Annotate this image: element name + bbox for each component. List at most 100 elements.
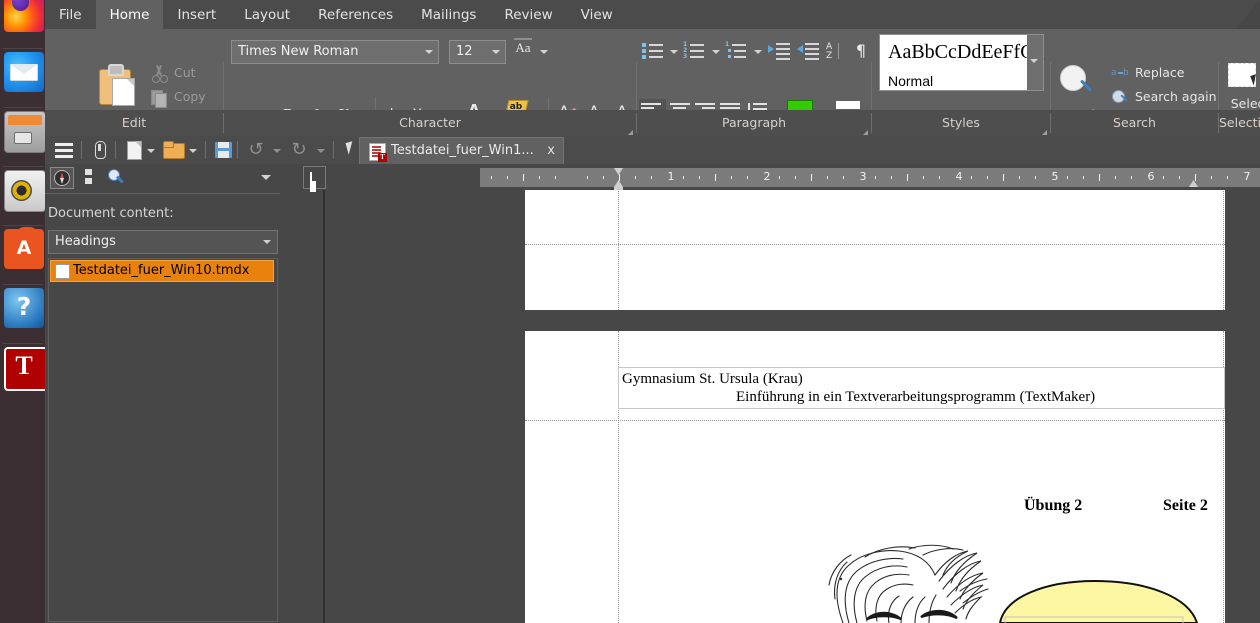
touch-mode-button[interactable]: [89, 140, 111, 160]
tab-home-label: Home: [109, 6, 150, 23]
save-button[interactable]: [213, 140, 235, 160]
navigation-panel-toolbar: [45, 164, 280, 190]
tab-review[interactable]: Review: [490, 0, 566, 29]
font-name-combobox[interactable]: Times New Roman: [231, 40, 439, 64]
document-outline-list[interactable]: Testdatei_fuer_Win10.tmdx: [48, 258, 278, 622]
cut-label: Cut: [174, 65, 196, 80]
bullet-list-button[interactable]: [642, 42, 664, 60]
list-item[interactable]: Testdatei_fuer_Win10.tmdx: [50, 260, 274, 282]
change-case-button[interactable]: Aa: [512, 38, 534, 62]
dock-item-textmaker[interactable]: [1, 343, 48, 403]
numbered-list-button[interactable]: 1 2 3: [683, 42, 705, 60]
thumbnails-button[interactable]: [79, 167, 101, 187]
document-page-previous[interactable]: [525, 190, 1225, 310]
undo-dropdown-arrow[interactable]: [273, 149, 281, 153]
tab-mailings[interactable]: Mailings: [407, 0, 490, 29]
ruler-number: 4: [955, 170, 963, 183]
chevron-down-icon: [492, 50, 500, 54]
increase-indent-button[interactable]: [768, 42, 790, 60]
multilevel-list-dropdown-arrow[interactable]: [754, 50, 762, 54]
quick-access-toolbar: ↺ ↻ »: [45, 136, 1260, 164]
files-icon: [4, 111, 46, 153]
cut-button[interactable]: Cut: [150, 62, 196, 84]
style-gallery-preview[interactable]: AaBbCcDdEeFfGg Normal: [879, 34, 1045, 91]
tab-layout[interactable]: Layout: [230, 0, 304, 29]
font-size-combobox[interactable]: 12: [449, 40, 506, 64]
redo-dropdown-arrow[interactable]: [317, 149, 325, 153]
search-again-label: Search again: [1135, 89, 1217, 104]
margin-guide-horizontal: [525, 244, 1225, 245]
tab-mailings-label: Mailings: [421, 6, 477, 23]
paragraph-dialog-launcher[interactable]: [858, 130, 868, 135]
replace-label: Replace: [1135, 65, 1185, 80]
copy-label: Copy: [174, 89, 206, 104]
show-formatting-marks-button[interactable]: ¶: [850, 40, 872, 62]
numbered-list-dropdown-arrow[interactable]: [712, 50, 720, 54]
panel-options-dropdown-arrow[interactable]: [261, 175, 271, 180]
borders-button[interactable]: [836, 101, 860, 109]
search-again-button[interactable]: Search again: [1111, 86, 1217, 108]
checkbox[interactable]: [55, 264, 70, 279]
ribbon-tab-bar: File Home Insert Layout References Maili…: [45, 0, 1260, 29]
sort-button[interactable]: AZ: [824, 41, 846, 63]
margin-guide-left: [618, 190, 619, 310]
right-indent-marker[interactable]: [1189, 180, 1198, 187]
ubuntu-software-icon: [4, 227, 44, 269]
group-label-edit: Edit: [45, 110, 223, 136]
horizontal-ruler[interactable]: 1 2 3 4 5 6 7: [480, 168, 1260, 187]
redo-button[interactable]: ↻: [288, 140, 310, 160]
dock-item-rhythmbox[interactable]: [1, 166, 46, 226]
open-file-button[interactable]: [162, 140, 185, 160]
decrease-indent-button[interactable]: [797, 42, 819, 60]
dock-item-files[interactable]: [1, 107, 46, 167]
clipboard-clip: [108, 64, 124, 76]
dock-item-firefox[interactable]: [1, 0, 45, 48]
multilevel-list-button[interactable]: 1: [725, 42, 747, 60]
document-tab[interactable]: T Testdatei_fuer_Win1... x: [359, 137, 564, 164]
close-icon[interactable]: x: [547, 138, 555, 163]
navigator-button[interactable]: [50, 167, 74, 189]
panel-search-icon[interactable]: [105, 167, 127, 187]
dock-item-thunderbird[interactable]: [1, 48, 45, 108]
new-document-dropdown-arrow[interactable]: [147, 149, 155, 153]
ubuntu-launcher-dock: [0, 0, 48, 623]
new-document-button[interactable]: [123, 140, 145, 160]
copy-button[interactable]: Copy: [150, 86, 206, 108]
tab-layout-label: Layout: [244, 6, 291, 23]
help-icon: [4, 288, 44, 328]
document-canvas[interactable]: Gymnasium St. Ursula (Krau) Einführung i…: [326, 190, 1260, 623]
open-file-dropdown-arrow[interactable]: [189, 149, 197, 153]
group-label-paragraph: Paragraph: [637, 110, 871, 136]
ruler-number: 2: [763, 170, 771, 183]
style-gallery-dropdown[interactable]: [1027, 34, 1044, 91]
ruler-number: 6: [1147, 170, 1155, 183]
paste-button[interactable]: [99, 64, 135, 106]
hanging-indent-marker[interactable]: [614, 180, 623, 187]
document-page-current[interactable]: Gymnasium St. Ursula (Krau) Einführung i…: [525, 331, 1225, 623]
replace-button[interactable]: a b Replace: [1111, 62, 1184, 84]
tab-view[interactable]: View: [567, 0, 627, 29]
character-dialog-launcher[interactable]: [623, 130, 633, 135]
change-case-dropdown-arrow[interactable]: [540, 50, 548, 54]
tab-home[interactable]: Home: [95, 0, 164, 29]
tab-insert[interactable]: Insert: [163, 0, 230, 29]
dock-item-software[interactable]: [1, 225, 45, 285]
toolbar-divider: [115, 141, 116, 159]
menu-hamburger-button[interactable]: [53, 140, 75, 160]
dock-item-help[interactable]: [1, 284, 45, 344]
scissors-icon: [150, 64, 168, 83]
toolbar-divider: [237, 141, 238, 159]
undo-button[interactable]: ↺: [245, 140, 267, 160]
document-content-view-combobox[interactable]: Headings: [48, 230, 278, 254]
rhythmbox-icon: [4, 170, 46, 212]
header-text-frame[interactable]: Gymnasium St. Ursula (Krau) Einführung i…: [618, 367, 1225, 409]
bullet-list-dropdown-arrow[interactable]: [670, 50, 678, 54]
font-size-value: 12: [456, 44, 473, 59]
panel-splitter[interactable]: [323, 164, 325, 623]
tab-references[interactable]: References: [304, 0, 407, 29]
tab-file[interactable]: File: [45, 0, 96, 29]
first-line-indent-marker[interactable]: [614, 168, 623, 175]
styles-dialog-launcher[interactable]: [1037, 130, 1047, 135]
tab-stop-selector-button[interactable]: [303, 166, 326, 189]
document-file-icon: T: [369, 143, 387, 162]
